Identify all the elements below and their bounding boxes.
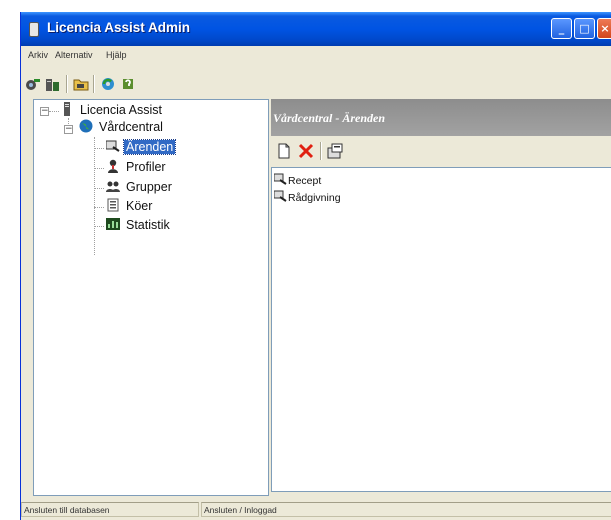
tree-node-label: Grupper bbox=[126, 180, 172, 194]
refresh-icon[interactable] bbox=[100, 76, 116, 92]
tree-node-label: Köer bbox=[126, 199, 153, 213]
tree-node-vardcentral[interactable]: Vårdcentral bbox=[79, 119, 165, 134]
tree-node-statistik[interactable]: Statistik bbox=[106, 217, 172, 232]
case-list: Recept Rådgivning bbox=[271, 167, 611, 492]
tree-connector bbox=[94, 148, 104, 149]
app-icon bbox=[29, 22, 39, 37]
tree-node-label: Profiler bbox=[126, 160, 166, 174]
main-toolbar bbox=[21, 68, 611, 98]
collapse-child-icon[interactable]: − bbox=[64, 125, 73, 134]
globe-icon bbox=[79, 119, 93, 133]
tree-node-arenden[interactable]: Ärenden bbox=[106, 139, 177, 155]
list-item-label: Rådgivning bbox=[288, 192, 341, 204]
toolbar-separator bbox=[320, 142, 322, 160]
tree-connector bbox=[94, 137, 95, 255]
tree-connector bbox=[94, 226, 104, 227]
title-bar[interactable]: Licencia Assist Admin _ □ × bbox=[21, 12, 611, 46]
content-panel: Vårdcentral - Ärenden Recept Rådgivning bbox=[271, 99, 611, 496]
status-bar: Ansluten till databasen Ansluten / Inlog… bbox=[21, 499, 611, 520]
list-item-recept[interactable]: Recept bbox=[274, 173, 321, 187]
connect-icon[interactable] bbox=[25, 76, 41, 92]
close-icon: × bbox=[600, 22, 610, 35]
toolbar-separator bbox=[66, 75, 68, 93]
database-icon[interactable] bbox=[45, 76, 61, 92]
case-icon bbox=[274, 173, 287, 185]
case-icon bbox=[274, 190, 287, 202]
menu-alternativ[interactable]: Alternativ bbox=[55, 50, 93, 60]
window-title: Licencia Assist Admin bbox=[47, 20, 191, 35]
tree-node-label: Licencia Assist bbox=[80, 103, 162, 117]
toolbar-separator bbox=[93, 75, 95, 93]
tree-node-profiler[interactable]: Profiler bbox=[106, 159, 168, 174]
server-icon bbox=[64, 102, 70, 116]
tree-connector bbox=[94, 207, 104, 208]
tree-connector bbox=[94, 188, 104, 189]
group-icon bbox=[106, 181, 120, 192]
maximize-button[interactable]: □ bbox=[574, 18, 595, 39]
status-login: Ansluten / Inloggad bbox=[201, 502, 611, 517]
list-item-radgivning[interactable]: Rådgivning bbox=[274, 190, 341, 204]
close-button[interactable]: × bbox=[597, 18, 611, 39]
menu-bar: Arkiv Alternativ Hjälp bbox=[21, 46, 611, 66]
properties-icon[interactable] bbox=[327, 143, 343, 159]
tree-node-licencia-assist[interactable]: Licencia Assist bbox=[60, 102, 164, 117]
status-connection: Ansluten till databasen bbox=[21, 502, 199, 517]
profile-icon bbox=[108, 159, 118, 173]
navigation-tree: − Licencia Assist − Vårdcentral Ärenden … bbox=[33, 99, 269, 496]
minimize-button[interactable]: _ bbox=[551, 18, 572, 39]
help-icon[interactable] bbox=[120, 76, 136, 92]
tree-node-koer[interactable]: Köer bbox=[106, 198, 154, 213]
delete-icon[interactable] bbox=[298, 143, 314, 159]
tree-node-label: Statistik bbox=[126, 218, 170, 232]
menu-arkiv[interactable]: Arkiv bbox=[28, 50, 48, 60]
menu-hjalp[interactable]: Hjälp bbox=[106, 50, 127, 60]
statistics-icon bbox=[106, 218, 120, 230]
minimize-icon: _ bbox=[558, 22, 565, 35]
panel-toolbar bbox=[271, 139, 611, 165]
tree-node-label: Ärenden bbox=[122, 139, 177, 155]
case-icon bbox=[106, 140, 120, 152]
maximize-icon: □ bbox=[579, 22, 590, 35]
panel-header: Vårdcentral - Ärenden bbox=[271, 99, 611, 136]
panel-title: Vårdcentral - Ärenden bbox=[273, 111, 386, 125]
main-window: Licencia Assist Admin _ □ × Arkiv Altern… bbox=[20, 12, 611, 520]
folder-icon[interactable] bbox=[73, 76, 89, 92]
collapse-root-icon[interactable]: − bbox=[40, 107, 49, 116]
tree-node-label: Vårdcentral bbox=[99, 120, 163, 134]
tree-connector bbox=[94, 168, 104, 169]
queue-icon bbox=[107, 198, 119, 212]
tree-node-grupper[interactable]: Grupper bbox=[106, 179, 174, 194]
list-item-label: Recept bbox=[288, 175, 322, 187]
tree-connector bbox=[49, 111, 59, 112]
new-icon[interactable] bbox=[276, 143, 292, 159]
